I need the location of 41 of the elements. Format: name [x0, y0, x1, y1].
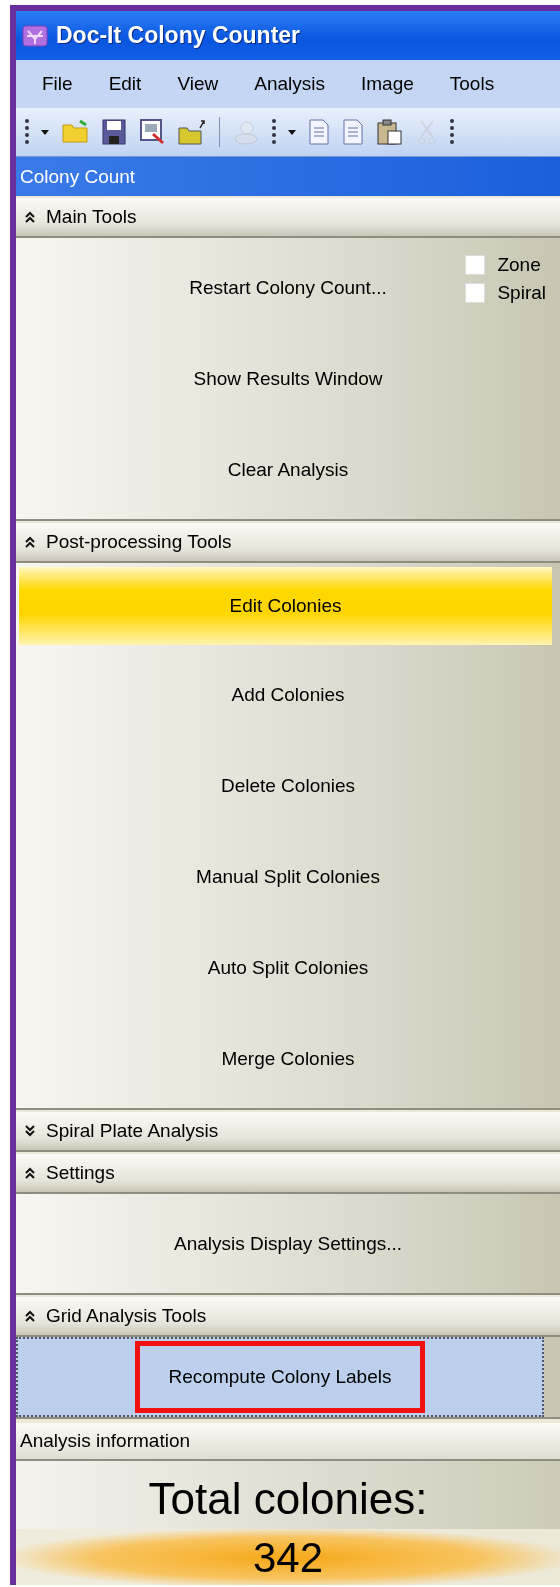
window-title: Doc-It Colony Counter [56, 22, 301, 49]
pane-title: Colony Count [16, 157, 560, 196]
action-button[interactable]: Recompute Colony Labels [16, 1337, 544, 1417]
menu-item[interactable]: Analysis [254, 73, 325, 95]
chevron-icon [24, 1309, 36, 1323]
menu-item[interactable]: Image [360, 73, 414, 95]
action-button[interactable]: Merge Colonies [205, 1013, 371, 1104]
total-label: Total colonies: [147, 1473, 429, 1525]
app-icon [22, 23, 48, 48]
action-button[interactable]: Clear Analysis [211, 424, 365, 515]
section-header[interactable]: Spiral Plate Analysis [16, 1112, 560, 1152]
section-title: Analysis information [16, 1423, 560, 1461]
section-header[interactable]: Post-processing Tools [16, 523, 560, 563]
menu-item[interactable]: Tools [449, 73, 495, 95]
total-count: 342 [16, 1529, 560, 1585]
menu-item[interactable]: File [42, 73, 73, 95]
action-button[interactable]: Manual Split Colonies [180, 831, 396, 922]
action-button[interactable]: Delete Colonies [204, 740, 372, 831]
checkbox[interactable]: Zone [465, 254, 546, 276]
highlight-frame: Recompute Colony Labels [135, 1341, 425, 1413]
menu-item[interactable]: View [177, 73, 219, 95]
folder-arrow-icon[interactable] [176, 117, 208, 147]
chevron-icon [24, 535, 36, 549]
chevron-icon [24, 210, 36, 224]
grip-handle[interactable] [449, 117, 455, 147]
chevron-icon [24, 1166, 36, 1180]
grip-handle[interactable] [24, 117, 30, 147]
action-button[interactable]: Add Colonies [215, 649, 361, 740]
chevron-icon [24, 1124, 36, 1138]
action-button[interactable]: Restart Colony Count... [173, 242, 403, 333]
action-button[interactable]: Show Results Window [177, 333, 399, 424]
checkbox[interactable]: Spiral [465, 282, 546, 304]
action-button[interactable]: Auto Split Colonies [191, 922, 385, 1013]
menu-item[interactable]: Edit [108, 73, 142, 95]
section-header[interactable]: Main Tools [16, 198, 560, 238]
action-button[interactable]: Edit Colonies [19, 567, 552, 645]
clipboard-icon[interactable] [375, 117, 405, 147]
grip-handle[interactable] [271, 117, 277, 147]
section-header[interactable]: Grid Analysis Tools [16, 1297, 560, 1337]
save-as-icon[interactable] [138, 117, 166, 147]
section-header[interactable]: Settings [16, 1154, 560, 1194]
